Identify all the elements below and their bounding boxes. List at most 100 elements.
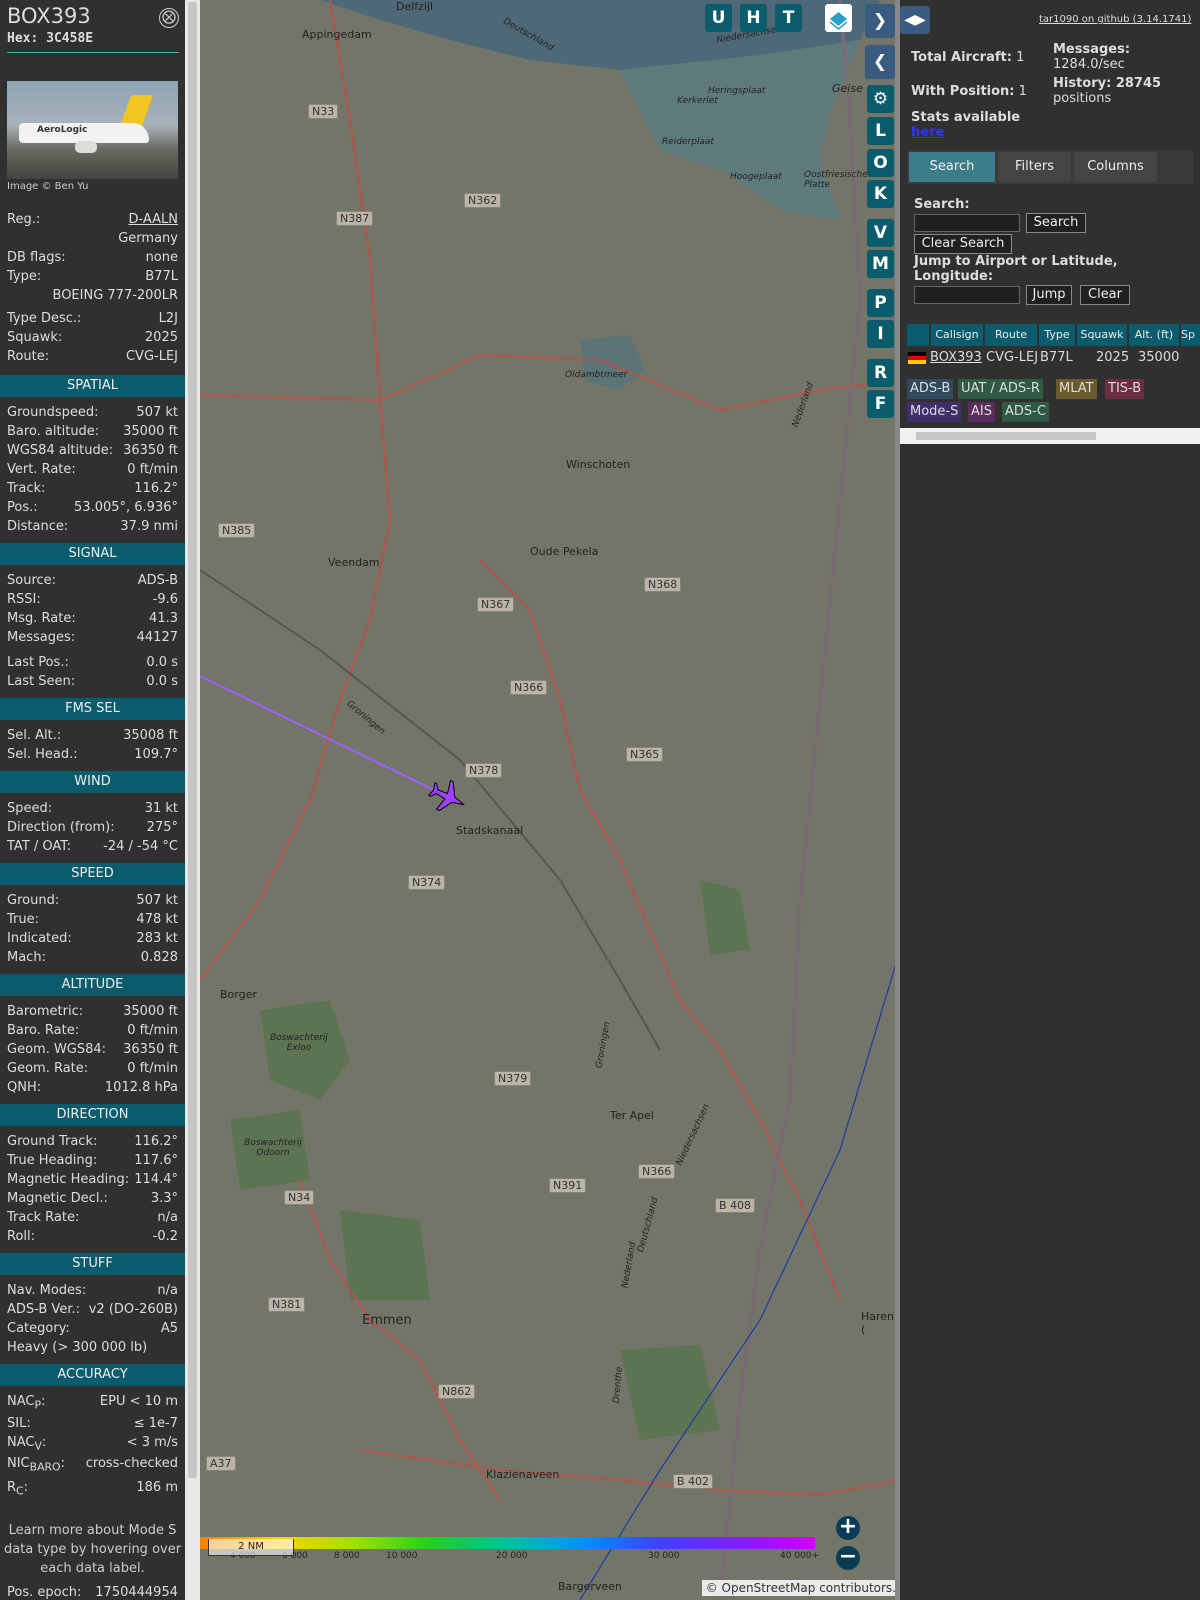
stats-link[interactable]: here xyxy=(911,125,944,140)
type-row: Type: B77L xyxy=(7,269,178,288)
column-flag[interactable] xyxy=(907,324,929,346)
road-a7 xyxy=(200,353,900,412)
label: Category: xyxy=(7,1321,70,1336)
zoom-in-button[interactable]: + xyxy=(836,1516,860,1540)
map-button-u[interactable]: U xyxy=(705,4,732,32)
label: Groundspeed: xyxy=(7,405,99,420)
tab-columns[interactable]: Columns xyxy=(1074,152,1157,182)
map-button-r[interactable]: R xyxy=(867,359,894,387)
place-label: Winschoten xyxy=(566,458,631,471)
total-aircraft: Total Aircraft: 1 xyxy=(911,50,1024,65)
map-button-t[interactable]: T xyxy=(775,4,802,32)
route-row: Route: CVG-LEJ xyxy=(7,349,178,368)
map-button-m[interactable]: M xyxy=(867,250,894,278)
value: 109.7° xyxy=(134,747,178,762)
value: -24 / -54 °C xyxy=(103,839,178,854)
chevron-left-icon[interactable]: ❮ xyxy=(865,45,895,79)
table-horizontal-scrollbar[interactable] xyxy=(900,428,1200,444)
column-callsign[interactable]: Callsign xyxy=(931,324,983,346)
value: 1750444954 xyxy=(95,1585,178,1600)
sidebar-scrollbar[interactable] xyxy=(185,0,200,1600)
road-shield: N368 xyxy=(644,577,682,592)
scrollbar-thumb[interactable] xyxy=(188,2,197,1478)
jump-input[interactable] xyxy=(914,286,1020,304)
expand-collapse-icon[interactable]: ◀▶ xyxy=(900,6,930,34)
label: Track: xyxy=(7,481,46,496)
map-button-v[interactable]: V xyxy=(867,219,894,247)
road-shield: N862 xyxy=(438,1384,476,1399)
last-seen-row: Last Seen: 0.0 s xyxy=(7,674,178,693)
column-altitude[interactable]: Alt. (ft) xyxy=(1129,324,1179,346)
altitude-tick: 30 000 xyxy=(648,1551,680,1561)
cell-callsign[interactable]: BOX393 xyxy=(930,348,982,368)
label: Pos. epoch: xyxy=(7,1585,82,1600)
value: 36350 ft xyxy=(123,1042,178,1057)
map-button-h[interactable]: H xyxy=(740,4,767,32)
scrollbar-thumb[interactable] xyxy=(916,432,1096,440)
nacp-label: NACP: xyxy=(7,1394,46,1412)
label: Vert. Rate: xyxy=(7,462,76,477)
chevron-right-icon[interactable]: ❯ xyxy=(865,4,895,38)
map-button-p[interactable]: P xyxy=(867,289,894,317)
map-button-i[interactable]: I xyxy=(867,320,894,348)
reg-link[interactable]: D-AALN xyxy=(128,212,178,227)
sel-alt-row: Sel. Alt.: 35008 ft xyxy=(7,728,178,747)
map-button-l[interactable]: L xyxy=(867,117,894,145)
stats-available: Stats available here xyxy=(911,110,1020,140)
tab-bar: Search Filters Columns xyxy=(907,150,1193,184)
road-shield: B 402 xyxy=(673,1474,714,1489)
nav-modes-row: Nav. Modes: n/a xyxy=(7,1283,178,1302)
total-value: 1 xyxy=(1016,50,1025,65)
jump-button[interactable]: Jump xyxy=(1026,285,1072,305)
place-label: Oostfriesische Platte xyxy=(804,170,868,190)
border-line xyxy=(718,0,862,1600)
close-icon[interactable]: ⨂ xyxy=(159,8,179,28)
road-shield: N385 xyxy=(218,523,256,538)
map-button-k[interactable]: K xyxy=(867,180,894,208)
tab-filters[interactable]: Filters xyxy=(998,152,1071,182)
aircraft-photo[interactable]: AeroLogic xyxy=(7,81,178,179)
label: WGS84 altitude: xyxy=(7,443,114,458)
gear-icon[interactable]: ⚙ xyxy=(867,85,894,113)
cell-route: CVG-LEJ xyxy=(986,350,1039,365)
clear-button[interactable]: Clear xyxy=(1080,285,1130,305)
map-button-o[interactable]: O xyxy=(867,149,894,177)
tab-search[interactable]: Search xyxy=(909,152,995,182)
label: NAC xyxy=(7,1394,35,1409)
wgs84-altitude-row: WGS84 altitude: 36350 ft xyxy=(7,443,178,462)
water-oldambtmeer xyxy=(580,335,645,390)
section-speed: SPEED xyxy=(0,863,185,885)
search-input[interactable] xyxy=(914,214,1020,232)
zoom-out-button[interactable]: − xyxy=(836,1546,860,1570)
divider xyxy=(7,52,179,53)
rc-row: RC: 186 m xyxy=(7,1480,178,1499)
map-view[interactable]: Delfzijl Appingedam Winschoten Veendam O… xyxy=(200,0,900,1600)
column-squawk[interactable]: Squawk xyxy=(1077,324,1127,346)
altitude-tick: 40 000+ xyxy=(780,1551,820,1561)
value: 0 ft/min xyxy=(127,462,178,477)
section-direction: DIRECTION xyxy=(0,1104,185,1126)
label: Ground Track: xyxy=(7,1134,98,1149)
sel-head-row: Sel. Head.: 109.7° xyxy=(7,747,178,766)
section-signal: SIGNAL xyxy=(0,543,185,565)
value: n/a xyxy=(157,1210,178,1225)
map-button-f[interactable]: F xyxy=(867,390,894,418)
github-link[interactable]: tar1090 on github (3.14.1741) xyxy=(1039,14,1191,25)
clear-search-button[interactable]: Clear Search xyxy=(914,234,1012,254)
geom-wgs84-row: Geom. WGS84: 36350 ft xyxy=(7,1042,178,1061)
label: Track Rate: xyxy=(7,1210,80,1225)
label: Geom. Rate: xyxy=(7,1061,89,1076)
layers-icon[interactable] xyxy=(825,4,852,32)
column-speed[interactable]: Sp xyxy=(1181,324,1200,346)
osm-link[interactable]: OpenStreetMap xyxy=(722,1581,816,1595)
squawk-value: 2025 xyxy=(144,330,178,345)
search-button[interactable]: Search xyxy=(1026,213,1086,233)
nic-label: NICBARO: xyxy=(7,1456,65,1474)
value: 0 ft/min xyxy=(127,1023,178,1038)
label: Pos.: xyxy=(7,500,38,515)
column-route[interactable]: Route xyxy=(985,324,1037,346)
column-type[interactable]: Type xyxy=(1039,324,1075,346)
label: Direction (from): xyxy=(7,820,115,835)
history-value: positions xyxy=(1053,91,1112,106)
nic-baro-row: NICBARO: cross-checked xyxy=(7,1456,178,1475)
